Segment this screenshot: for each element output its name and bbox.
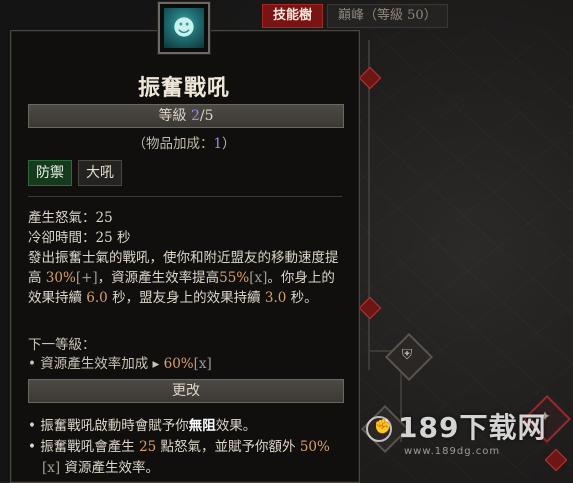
next-rank-line: • 資源產生效率加成 ▸ 60%[x] — [28, 356, 212, 372]
self-duration: 6.0 — [86, 290, 108, 306]
tab-paragon[interactable]: 巔峰（等級 50） — [327, 4, 448, 28]
site-watermark: 189下载网 www.189dg.com — [366, 406, 566, 457]
modifier-item: • 振奮戰吼啟動時會賦予你無阻效果。 — [28, 418, 257, 434]
tab-bar: 技能樹 巔峰（等級 50） — [262, 4, 448, 28]
skill-description: 產生怒氣：25 冷卻時間：25 秒 發出振奮士氣的戰吼，使你和附近盟友的移動速度… — [28, 208, 346, 308]
tag-shout: 大吼 — [78, 160, 122, 186]
item-bonus-line: （物品加成：1） — [10, 132, 358, 152]
fury-generation: 產生怒氣：25 — [28, 210, 113, 226]
next-rank-mark: [x] — [193, 356, 212, 372]
ally-duration: 3.0 — [264, 290, 287, 306]
additive-mark: [+] — [75, 270, 98, 286]
tab-skill-tree[interactable]: 技能樹 — [262, 4, 324, 28]
cooldown: 冷卻時間：25 秒 — [28, 230, 131, 246]
watermark-logo-icon — [366, 416, 392, 442]
skill-icon-frame: ☻ — [158, 2, 210, 54]
extra-resource-mark: [x] — [42, 460, 61, 476]
resource-bonus: 55% — [219, 270, 250, 286]
rank-current: 2 — [190, 108, 200, 124]
next-rank-value: 60% — [163, 356, 194, 372]
unstoppable-keyword: 無阻 — [188, 418, 216, 434]
skill-tags: 防禦 大吼 — [28, 160, 122, 186]
fury-amount: 25 — [139, 439, 157, 455]
multiplicative-mark: [x] — [249, 270, 268, 286]
rank-max: /5 — [199, 108, 214, 124]
watermark-url: www.189dg.com — [404, 446, 501, 457]
modifier-list: • 振奮戰吼啟動時會賦予你無阻效果。 • 振奮戰吼會產生 25 點怒氣，並賦予你… — [28, 416, 346, 479]
divider — [28, 196, 342, 197]
war-cry-face-icon: ☻ — [164, 8, 204, 48]
speed-bonus: 30% — [45, 270, 76, 286]
helm-icon: ⛨ — [401, 347, 413, 363]
extra-resource-bonus: 50% — [299, 439, 330, 455]
item-bonus-prefix: （物品加成： — [132, 136, 214, 152]
skill-rank-bar: 等級 2/5 — [28, 104, 344, 128]
skill-title: 振奮戰吼 — [137, 75, 230, 101]
rank-prefix: 等級 — [158, 108, 191, 124]
watermark-text: 189下载网 — [398, 411, 547, 444]
item-bonus-value: 1 — [213, 136, 223, 152]
modifier-header: 更改 — [28, 379, 344, 403]
effect-text: 發出振奮士氣的戰吼，使你和附近盟友的移動速度提高 30%[+]，資源產生效率提高… — [28, 250, 339, 306]
item-bonus-suffix: ） — [222, 136, 236, 152]
modifier-item: • 振奮戰吼會產生 25 點怒氣，並賦予你額外 50%[x] 資源產生效率。 — [28, 439, 330, 476]
tag-defensive: 防禦 — [28, 160, 72, 186]
next-rank-label: 下一等級： — [28, 337, 96, 353]
